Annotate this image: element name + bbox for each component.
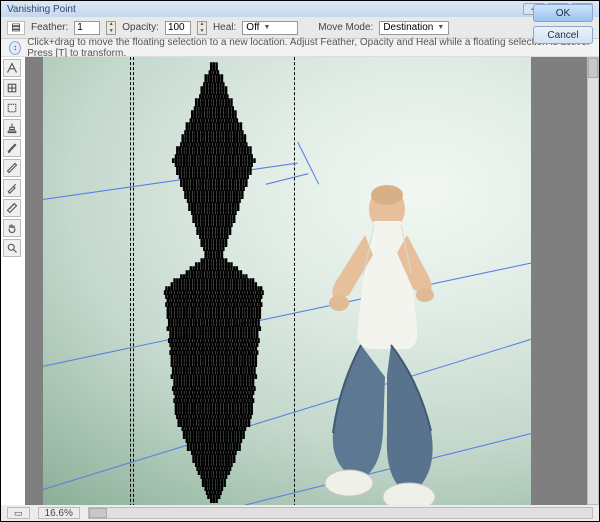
measure-tool[interactable] (3, 199, 21, 217)
opacity-stepper[interactable]: ▲▼ (197, 21, 207, 35)
canvas-area[interactable]: ███ ███ ████ ███████ ███████ ████████ ██… (25, 57, 587, 505)
flyout-menu-button[interactable]: ▤ (7, 21, 25, 35)
heal-label: Heal: (213, 22, 236, 33)
ok-button[interactable]: OK (533, 4, 593, 22)
eyedropper-tool[interactable] (3, 179, 21, 197)
pasteboard-right (531, 57, 587, 505)
info-icon: ↕ (9, 41, 21, 55)
workspace: ███ ███ ████ ███████ ███████ ████████ ██… (1, 57, 599, 505)
figure-person (279, 177, 479, 505)
opacity-label: Opacity: (122, 22, 159, 33)
stamp-tool[interactable] (3, 119, 21, 137)
view-mode-box[interactable]: ▭ (7, 507, 30, 519)
opacity-input[interactable]: 100 (165, 21, 191, 35)
hint-text: Click+drag to move the floating selectio… (27, 37, 591, 59)
status-bar: ▭ 16.6% (1, 505, 599, 521)
transform-tool[interactable] (3, 159, 21, 177)
cancel-button[interactable]: Cancel (533, 26, 593, 44)
create-plane-tool[interactable] (3, 79, 21, 97)
feather-label: Feather: (31, 22, 68, 33)
horizontal-scrollbar[interactable] (88, 507, 593, 519)
move-mode-label: Move Mode: (318, 22, 373, 33)
document-image[interactable]: ███ ███ ████ ███████ ███████ ████████ ██… (43, 57, 531, 505)
plane-left-edge (43, 57, 131, 505)
titlebar: Vanishing Point ━ ▢ ✕ (1, 1, 599, 17)
hscroll-thumb[interactable] (89, 508, 107, 518)
move-mode-dropdown[interactable]: Destination▼ (379, 21, 449, 35)
pasteboard-left (25, 57, 43, 505)
marquee-tool[interactable] (3, 99, 21, 117)
vscroll-thumb[interactable] (588, 58, 598, 78)
zoom-tool[interactable] (3, 239, 21, 257)
feather-input[interactable]: 1 (74, 21, 100, 35)
hand-tool[interactable] (3, 219, 21, 237)
heal-dropdown[interactable]: Off▼ (242, 21, 298, 35)
toolbox (3, 57, 23, 257)
hint-bar: ↕ Click+drag to move the floating select… (1, 39, 599, 57)
vertical-scrollbar[interactable] (587, 57, 599, 505)
feather-stepper[interactable]: ▲▼ (106, 21, 116, 35)
ascii-pattern: ███ ███ ████ ███████ ███████ ████████ ██… (139, 63, 289, 503)
brush-tool[interactable] (3, 139, 21, 157)
zoom-box[interactable]: 16.6% (38, 507, 80, 519)
window-title: Vanishing Point (7, 4, 76, 15)
edit-plane-tool[interactable] (3, 59, 21, 77)
dialog-buttons: OK Cancel (533, 4, 593, 44)
